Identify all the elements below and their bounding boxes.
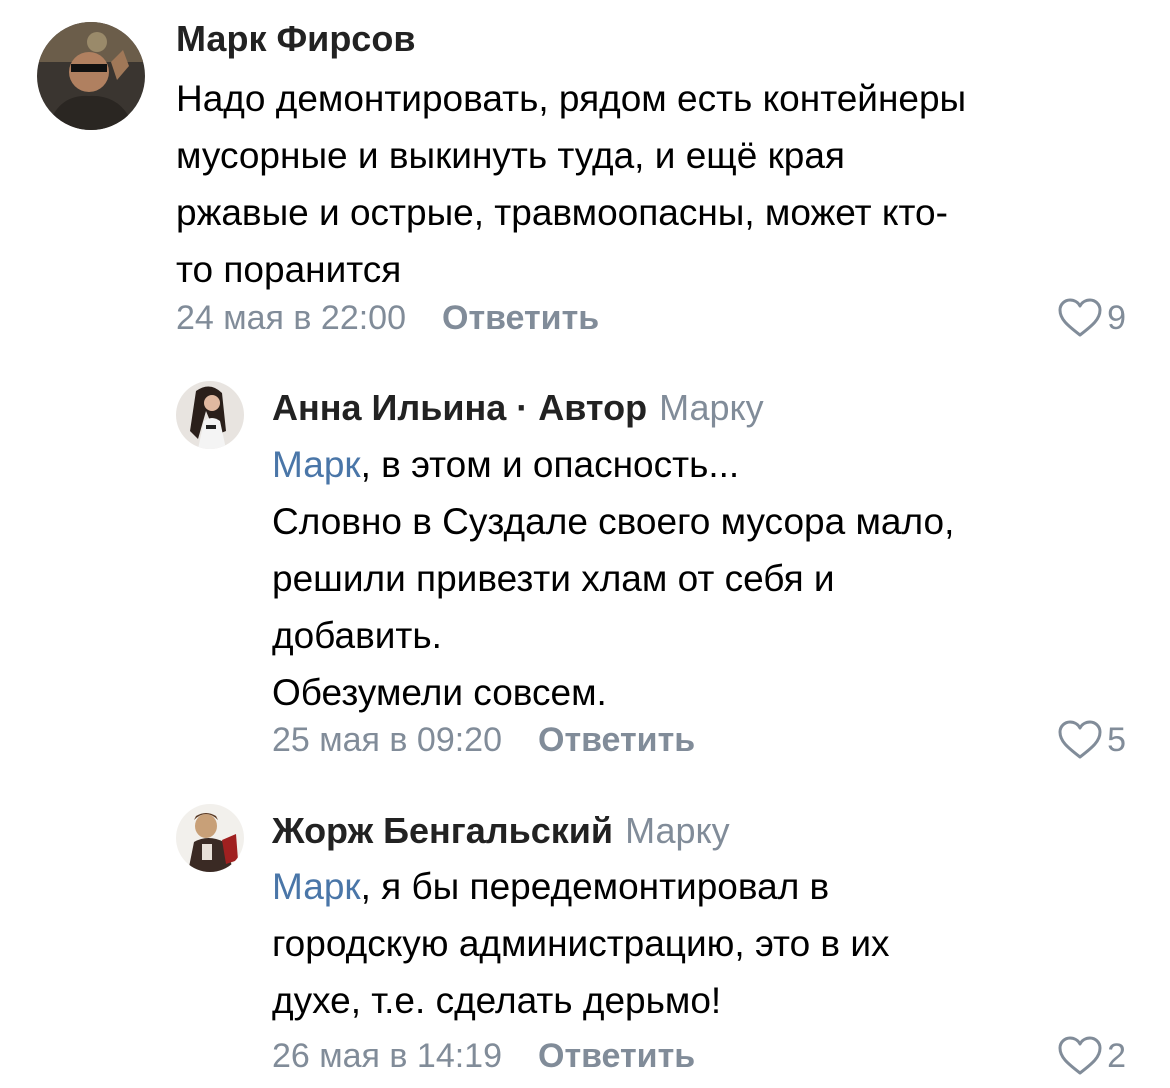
comment-text: Марк, в этом и опасность... Словно в Суз… [272, 436, 1152, 721]
comment-date[interactable]: 24 мая в 22:00 [176, 299, 406, 337]
comment-text-line: духе, т.е. сделать дерьмо! [272, 980, 722, 1021]
like-button[interactable]: 5 [1057, 720, 1126, 760]
reply-button[interactable]: Ответить [538, 721, 695, 759]
comment-text-line: ржавые и острые, травмоопасны, может кто… [176, 192, 948, 233]
comment-meta: 24 мая в 22:00 Ответить [176, 298, 599, 338]
comment: Марк Фирсов Надо демонтировать, рядом ес… [0, 0, 1170, 350]
comment-text-segment: , в этом и опасность... [360, 444, 740, 485]
comment-text-line: то поранится [176, 249, 402, 290]
like-button[interactable]: 9 [1057, 298, 1126, 338]
comment-text: Надо демонтировать, рядом есть контейнер… [176, 70, 1136, 298]
avatar[interactable] [176, 804, 244, 872]
avatar[interactable] [176, 381, 244, 449]
comment-meta: 26 мая в 14:19 Ответить [272, 1036, 695, 1076]
like-button[interactable]: 2 [1057, 1036, 1126, 1076]
comment-text-line: решили привезти хлам от себя и [272, 558, 835, 599]
comment-text-line: Марк, в этом и опасность... [272, 436, 1152, 493]
comment-author[interactable]: Марк Фирсов [176, 19, 415, 59]
reply-comment: Анна Ильина · Автор Марку Марк, в этом и … [0, 370, 1170, 770]
comment-text-segment: , я бы передемонтировал в [360, 866, 830, 907]
heart-outline-icon [1058, 298, 1102, 337]
avatar[interactable] [37, 22, 145, 130]
comment-text-line: Словно в Суздале своего мусора мало, [272, 501, 955, 542]
comment-text-line: Надо демонтировать, рядом есть контейнер… [176, 78, 967, 119]
comment-text-line: добавить. [272, 615, 442, 656]
comment-meta: 25 мая в 09:20 Ответить [272, 720, 695, 760]
reply-comment: Жорж Бенгальский Марку Марк, я бы передем… [0, 790, 1170, 1088]
heart-outline-icon [1058, 1036, 1102, 1075]
comment-date[interactable]: 26 мая в 14:19 [272, 1037, 502, 1075]
reply-button[interactable]: Ответить [538, 1037, 695, 1075]
author-badge: · Автор [506, 387, 648, 428]
comment-date[interactable]: 25 мая в 09:20 [272, 721, 502, 759]
mention-link[interactable]: Марк [272, 444, 361, 485]
heart-outline-icon [1058, 720, 1102, 759]
comment-text-line: Марк, я бы передемонтировал в [272, 858, 1152, 915]
comment-text-line: мусорные и выкинуть туда, и ещё края [176, 135, 845, 176]
comment-text-line: Обезумели совсем. [272, 672, 607, 713]
reply-to[interactable]: Марку [659, 387, 764, 428]
mention-link[interactable]: Марк [272, 866, 361, 907]
reply-to[interactable]: Марку [625, 810, 730, 851]
author-name[interactable]: Жорж Бенгальский [272, 810, 613, 851]
author-name[interactable]: Анна Ильина [272, 387, 506, 428]
comment-author: Анна Ильина · Автор Марку [272, 388, 764, 428]
reply-button[interactable]: Ответить [442, 299, 599, 337]
comment-author: Жорж Бенгальский Марку [272, 811, 730, 851]
like-count: 2 [1107, 1037, 1126, 1075]
like-count: 5 [1107, 721, 1126, 759]
like-count: 9 [1107, 299, 1126, 337]
comment-text-line: городскую администрацию, это в их [272, 923, 890, 964]
comment-text: Марк, я бы передемонтировал в городскую … [272, 858, 1152, 1029]
